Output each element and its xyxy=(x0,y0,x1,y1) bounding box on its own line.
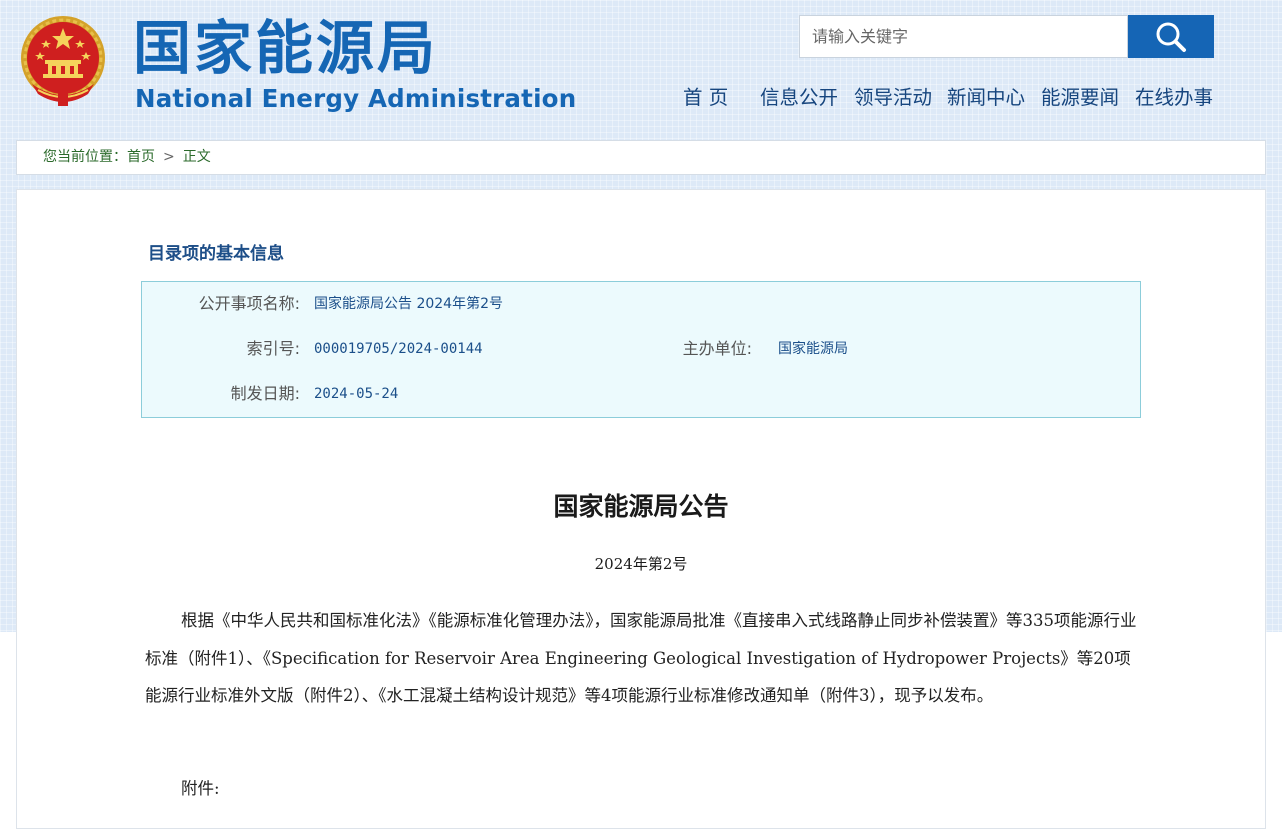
document-title: 国家能源局公告 xyxy=(553,492,729,521)
catalog-index-value: 000019705/2024-00144 xyxy=(314,341,483,357)
catalog-org-label: 主办单位: xyxy=(682,339,752,358)
attachments-label: 附件: xyxy=(181,779,220,798)
nav-item-online-services[interactable]: 在线办事 xyxy=(1135,83,1213,113)
site-logo-english[interactable]: National Energy Administration xyxy=(135,82,576,116)
catalog-org-value: 国家能源局 xyxy=(778,341,848,357)
breadcrumb: 您当前位置：首页 > 正文 xyxy=(43,141,211,174)
breadcrumb-current: 正文 xyxy=(182,149,211,165)
site-logo-chinese[interactable]: 国家能源局 xyxy=(133,12,438,84)
nav-item-news-center[interactable]: 新闻中心 xyxy=(947,83,1025,113)
document-number: 2024年第2号 xyxy=(594,555,688,573)
nav-item-info-disclosure[interactable]: 信息公开 xyxy=(760,83,838,113)
catalog-name-label: 公开事项名称: xyxy=(198,294,300,313)
catalog-date-label: 制发日期: xyxy=(230,384,300,403)
nav-item-energy-news[interactable]: 能源要闻 xyxy=(1041,83,1119,113)
breadcrumb-bar: 您当前位置：首页 > 正文 xyxy=(16,140,1266,175)
search-icon xyxy=(1156,22,1186,52)
nav-item-home[interactable]: 首 页 xyxy=(683,83,728,113)
document-body: 根据《中华人民共和国标准化法》《能源标准化管理办法》，国家能源局批准《直接串入式… xyxy=(145,611,1137,705)
breadcrumb-separator: > xyxy=(163,149,175,165)
catalog-date-value: 2024-05-24 xyxy=(314,386,399,402)
catalog-title: 目录项的基本信息 xyxy=(148,244,284,264)
catalog-name-value: 国家能源局公告 2024年第2号 xyxy=(314,296,503,312)
national-emblem-icon xyxy=(21,16,105,106)
breadcrumb-home-link[interactable]: 首页 xyxy=(127,149,155,165)
catalog-info-box: 公开事项名称: 国家能源局公告 2024年第2号 索引号: 000019705/… xyxy=(141,281,1141,418)
search-input[interactable] xyxy=(799,15,1128,58)
catalog-index-label: 索引号: xyxy=(246,339,300,358)
breadcrumb-prefix: 您当前位置： xyxy=(43,149,127,165)
search-button[interactable] xyxy=(1128,15,1214,58)
nav-item-leadership-activities[interactable]: 领导活动 xyxy=(854,83,932,113)
